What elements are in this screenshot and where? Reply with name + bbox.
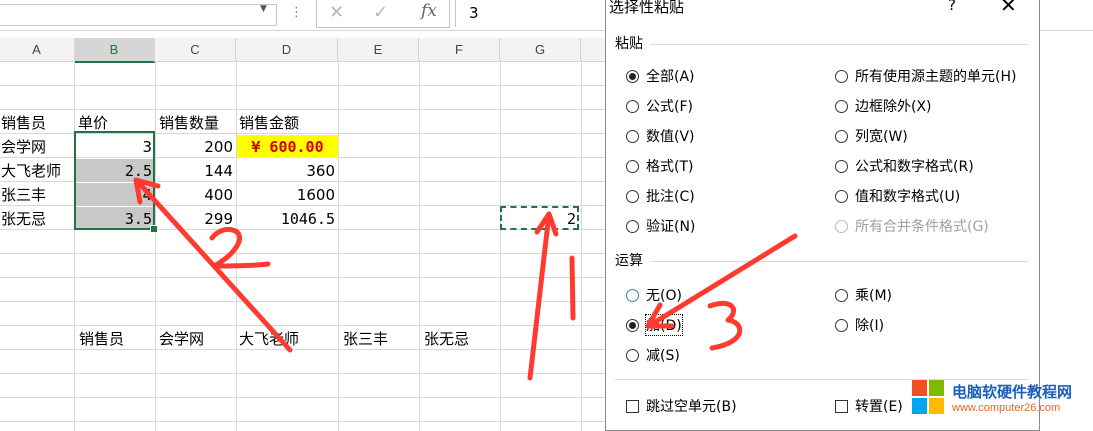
radio-icon[interactable] <box>626 159 639 173</box>
transposed-cell[interactable]: 张无忌 <box>424 327 469 350</box>
windows-logo-icon <box>912 380 944 414</box>
paste-option-formats[interactable]: 格式(T) <box>626 156 693 176</box>
watermark-title: 电脑软硬件教程网 <box>952 383 1073 401</box>
formula-bar-grip-icon[interactable]: ⋮ <box>290 5 303 20</box>
column-header-a[interactable]: A <box>0 38 75 62</box>
radio-icon[interactable] <box>835 159 848 173</box>
section-divider <box>650 44 1028 45</box>
column-header-h[interactable] <box>581 38 605 62</box>
radio-icon[interactable] <box>626 99 639 113</box>
checkbox-icon[interactable] <box>835 399 848 413</box>
copy-marquee <box>500 206 579 230</box>
radio-icon[interactable] <box>835 69 848 83</box>
cell-name[interactable]: 会学网 <box>1 135 46 158</box>
cell-name[interactable]: 大飞老师 <box>1 159 61 182</box>
cell-amount[interactable]: 1600 <box>237 183 338 206</box>
radio-icon[interactable] <box>626 69 639 83</box>
cell-quantity[interactable]: 299 <box>156 207 236 230</box>
paste-special-dialog: 选择性粘贴 ? ✕ 粘贴 全部(A) 公式(F) 数值(V) 格式(T) 批注(… <box>605 0 1040 431</box>
operation-divide[interactable]: 除(I) <box>835 315 884 335</box>
watermark: 电脑软硬件教程网 www.computer26.com <box>905 374 1093 431</box>
column-header-e[interactable]: E <box>338 38 419 62</box>
transposed-cell[interactable]: 张三丰 <box>343 327 388 350</box>
skip-blanks-checkbox[interactable]: 跳过空单元(B) <box>626 396 737 416</box>
cell-quantity[interactable]: 200 <box>156 135 236 158</box>
transposed-cell[interactable]: 大飞老师 <box>239 327 299 350</box>
paste-option-source-theme[interactable]: 所有使用源主题的单元(H) <box>835 66 1016 86</box>
name-box-dropdown-icon[interactable]: ▼ <box>260 4 267 14</box>
formula-input[interactable]: 3 <box>455 0 606 27</box>
cell-name[interactable]: 张三丰 <box>1 183 46 206</box>
enter-check-icon[interactable]: ✓ <box>373 2 388 23</box>
transposed-cell[interactable]: 会学网 <box>159 327 204 350</box>
radio-icon[interactable] <box>626 318 639 332</box>
paste-option-formulas[interactable]: 公式(F) <box>626 96 693 116</box>
paste-option-values-number-formats[interactable]: 值和数字格式(U) <box>835 186 960 206</box>
dialog-title: 选择性粘贴 <box>609 0 685 16</box>
help-icon[interactable]: ? <box>948 0 956 14</box>
paste-option-all[interactable]: 全部(A) <box>626 66 695 86</box>
operation-subtract[interactable]: 减(S) <box>626 345 680 365</box>
cell-amount[interactable]: 1046.5 <box>237 207 338 230</box>
radio-icon[interactable] <box>626 189 639 203</box>
paste-option-comments[interactable]: 批注(C) <box>626 186 695 206</box>
column-header-c[interactable]: C <box>155 38 236 62</box>
operation-add[interactable]: 加(D) <box>626 314 683 336</box>
cell-quantity[interactable]: 400 <box>156 183 236 206</box>
paste-option-formulas-number-formats[interactable]: 公式和数字格式(R) <box>835 156 974 176</box>
radio-icon[interactable] <box>835 99 848 113</box>
header-quantity[interactable]: 销售数量 <box>159 111 219 134</box>
cell-name[interactable]: 张无忌 <box>1 207 46 230</box>
insert-function-icon[interactable]: fx <box>421 1 437 21</box>
paste-option-column-widths[interactable]: 列宽(W) <box>835 126 908 146</box>
paste-option-validation[interactable]: 验证(N) <box>626 216 695 236</box>
formula-value: 3 <box>469 4 479 22</box>
name-box[interactable] <box>0 4 277 26</box>
transpose-checkbox[interactable]: 转置(E) <box>835 396 903 416</box>
close-icon[interactable]: ✕ <box>1000 0 1017 17</box>
radio-icon[interactable] <box>835 189 848 203</box>
cell-amount-highlighted[interactable]: ¥ 600.00 <box>237 135 338 158</box>
cell-quantity[interactable]: 144 <box>156 159 236 182</box>
paste-option-all-except-borders[interactable]: 边框除外(X) <box>835 96 932 116</box>
column-header-g[interactable]: G <box>500 38 581 62</box>
cancel-x-icon[interactable]: ✕ <box>329 2 344 23</box>
radio-icon[interactable] <box>835 318 848 332</box>
radio-icon <box>835 219 848 233</box>
column-header-d[interactable]: D <box>236 38 338 62</box>
operation-none[interactable]: 无(O) <box>626 285 682 305</box>
radio-icon[interactable] <box>626 129 639 143</box>
radio-icon[interactable] <box>626 288 639 302</box>
watermark-url: www.computer26.com <box>952 402 1061 414</box>
cell-amount[interactable]: 360 <box>237 159 338 182</box>
section-divider <box>650 261 1028 262</box>
operation-section-label: 运算 <box>615 253 643 269</box>
worksheet-grid: A B C D E F G <box>0 30 605 431</box>
radio-icon[interactable] <box>835 288 848 302</box>
header-salesperson[interactable]: 销售员 <box>1 111 46 134</box>
column-header-b[interactable]: B <box>74 38 155 63</box>
radio-icon[interactable] <box>626 348 639 362</box>
transposed-cell[interactable]: 销售员 <box>79 327 124 350</box>
paste-option-values[interactable]: 数值(V) <box>626 126 695 146</box>
column-header-f[interactable]: F <box>419 38 500 62</box>
radio-icon[interactable] <box>626 219 639 233</box>
checkbox-icon[interactable] <box>626 399 639 413</box>
header-amount[interactable]: 销售金额 <box>239 111 299 134</box>
formula-buttons: ✕ ✓ fx <box>316 0 450 28</box>
paste-section-label: 粘贴 <box>615 36 643 52</box>
paste-option-merge-conditional-formats: 所有合并条件格式(G) <box>835 216 989 236</box>
operation-multiply[interactable]: 乘(M) <box>835 285 892 305</box>
selection-range-border[interactable] <box>74 131 158 233</box>
radio-icon[interactable] <box>835 129 848 143</box>
